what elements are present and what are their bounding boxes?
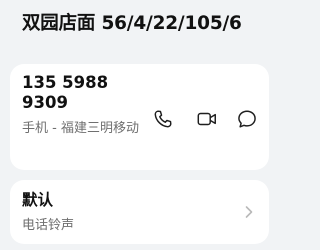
ringtone-value: 默认 — [22, 191, 54, 209]
video-call-button[interactable] — [194, 106, 220, 132]
message-button[interactable] — [234, 106, 260, 132]
number-location: 手机 - 福建三明移动 — [22, 121, 139, 136]
message-bubble-icon — [238, 110, 256, 128]
page-title: 双园店面 56/4/22/105/6 — [22, 13, 242, 34]
phone-icon — [154, 110, 172, 128]
chevron-right-icon — [244, 204, 254, 218]
phone-number[interactable]: 135 5988 9309 — [22, 73, 142, 113]
video-camera-icon — [197, 112, 216, 126]
call-button[interactable] — [150, 106, 176, 132]
ringtone-card[interactable]: 默认 电话铃声 — [10, 180, 269, 244]
ringtone-label: 电话铃声 — [22, 218, 75, 233]
contact-number-card: 135 5988 9309 手机 - 福建三明移动 — [10, 64, 269, 170]
